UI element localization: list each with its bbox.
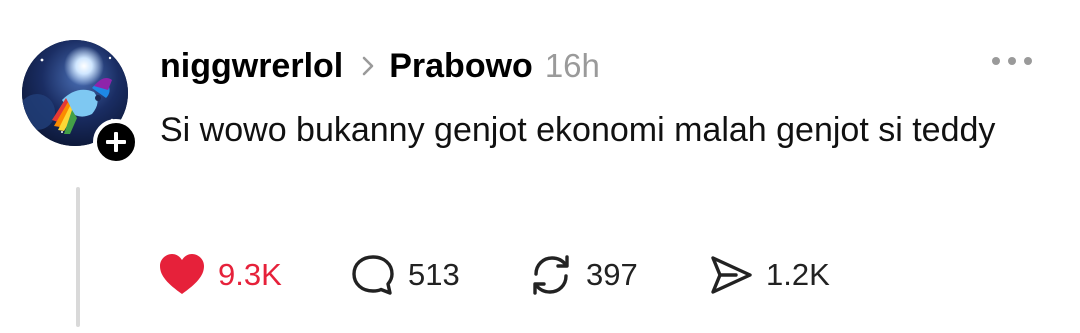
reply-count: 513 — [408, 257, 460, 292]
heart-icon — [160, 254, 204, 294]
like-count: 9.3K — [218, 257, 282, 292]
community-name[interactable]: Prabowo — [389, 47, 533, 86]
chevron-right-icon — [361, 55, 375, 77]
thread-line — [76, 187, 80, 327]
username[interactable]: niggwrerlol — [160, 47, 343, 86]
share-icon — [711, 256, 752, 294]
reply-button[interactable]: 513 — [350, 250, 528, 300]
action-bar: 9.3K 513 397 1.2K — [158, 250, 830, 300]
share-button[interactable]: 1.2K — [708, 250, 830, 300]
share-count: 1.2K — [766, 257, 830, 292]
repost-button[interactable]: 397 — [528, 250, 708, 300]
post-time: 16h — [544, 47, 600, 84]
repost-count: 397 — [586, 257, 638, 292]
like-button[interactable]: 9.3K — [158, 250, 350, 300]
post-header: niggwrerlol Prabowo 16h — [160, 40, 600, 92]
post-text: Si wowo bukanny genjot ekonomi malah gen… — [160, 111, 996, 149]
plus-icon — [106, 132, 126, 152]
repost-icon — [533, 255, 569, 295]
more-icon[interactable] — [992, 55, 1032, 67]
follow-button[interactable] — [93, 119, 139, 165]
comment-icon — [352, 255, 394, 295]
